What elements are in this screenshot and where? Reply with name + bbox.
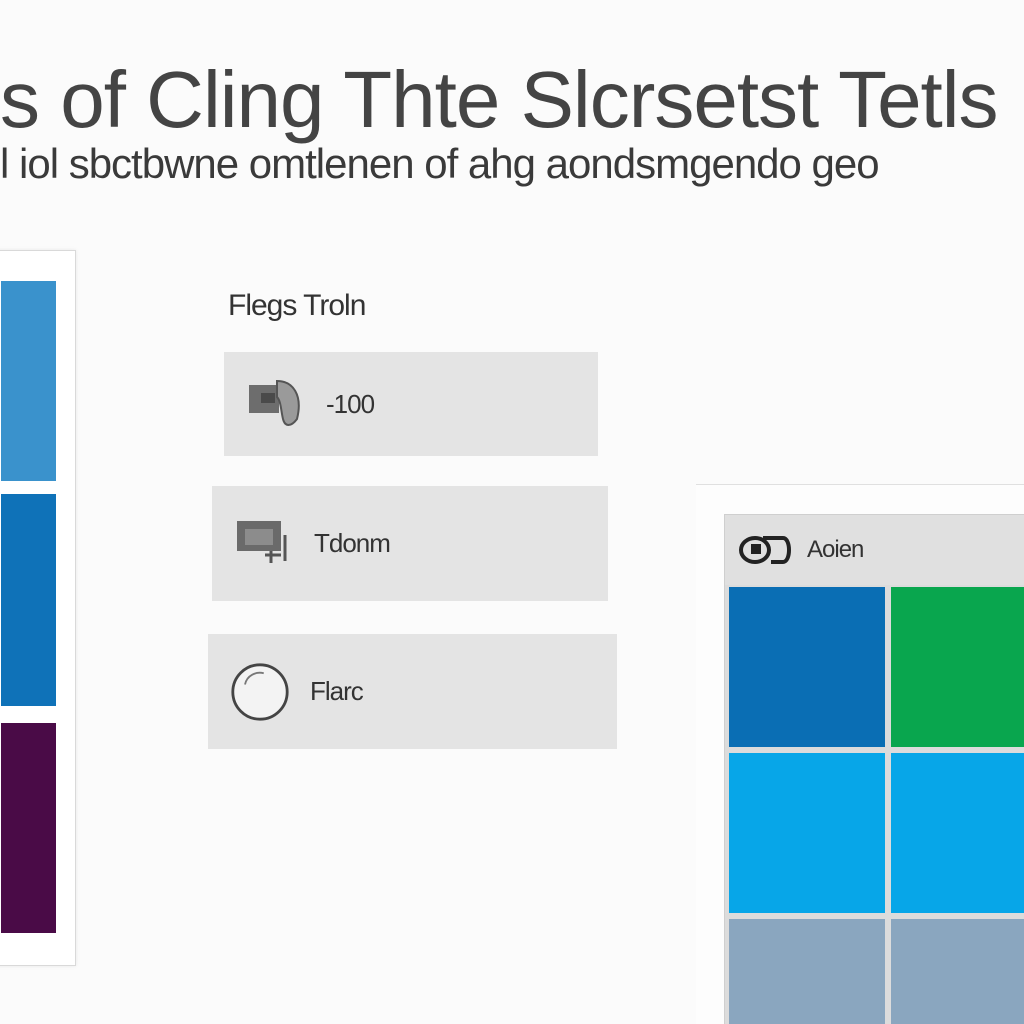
color-swatch[interactable] [1,494,56,706]
folder-icon [246,374,306,434]
color-swatch[interactable] [1,723,56,933]
page-subtitle: l iol sbctbwne omtlenen of ahg aondsmgen… [0,140,880,187]
page-title: s of Cling Thte Slcrsetst Tetls [0,55,999,144]
list-item[interactable]: Flarc [208,634,617,749]
tile-panel-header[interactable]: Aoien [725,515,1024,585]
list-item-label: -100 [326,388,375,419]
color-tile[interactable] [891,919,1024,1024]
color-tile[interactable] [729,753,885,913]
color-tile[interactable] [729,919,885,1024]
page: s of Cling Thte Slcrsetst Tetls l iol sb… [0,0,1024,1024]
tile-panel: Aoien [724,514,1024,1024]
list-item[interactable]: -100 [224,352,598,456]
color-tile[interactable] [891,587,1024,747]
tile-panel-label: Aoien [807,536,864,563]
section-heading: Flegs Troln [228,289,366,322]
device-icon [234,514,294,574]
color-swatch[interactable] [1,281,56,481]
list-item-label: Flarc [310,676,364,706]
list-item-label: Tdonm [314,528,391,558]
color-tile[interactable] [891,753,1024,913]
color-tile[interactable] [729,587,885,747]
color-swatch-panel [0,250,76,966]
circle-icon [230,662,290,722]
list-item[interactable]: Tdonm [212,486,608,601]
app-logo-icon [737,530,793,570]
